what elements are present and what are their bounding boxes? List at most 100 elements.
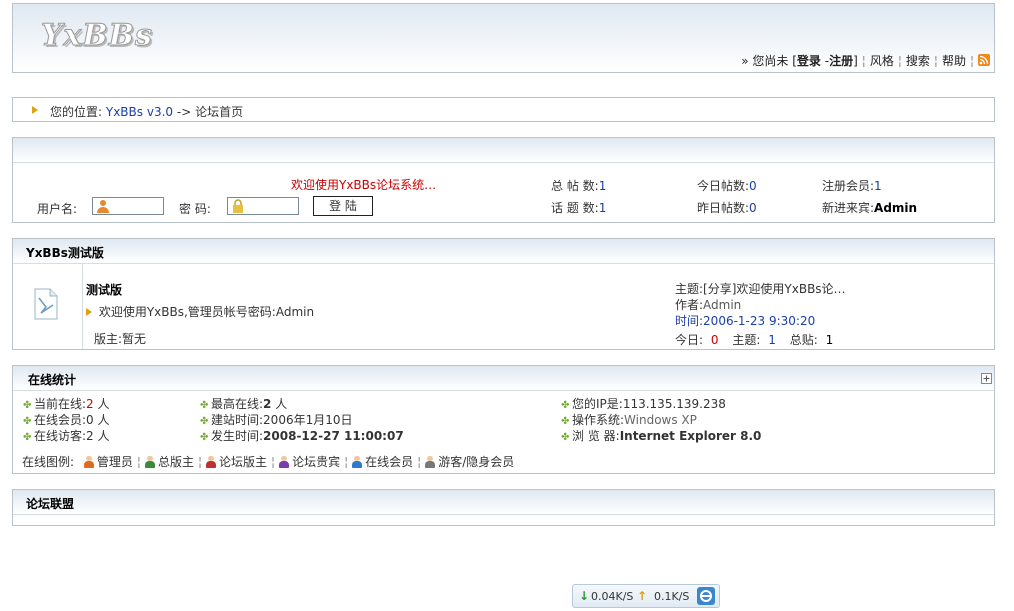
stat-label: 当前在线: [34,397,87,411]
online-legend: 在线图例: 管理员 ¦ 总版主 ¦ 论坛版主 ¦ 论坛贵宾 ¦ 在线会员 ¦ 游客/隐身会员 [22,453,514,470]
posts-value: 1 [825,333,834,347]
header-nav: » 您尚未 [登录 -注册] ¦ 风格 ¦ 搜索 ¦ 帮助 ¦ [741,52,990,69]
last-post-subject: 主题:[分享]欢迎使用YxBBs论… [675,280,846,297]
stat-label: 在线访客: [34,429,87,443]
login-panel-header [13,138,994,163]
board-name[interactable]: 测试版 [86,281,122,298]
login-submit-button[interactable]: 登 陆 [313,196,373,216]
legend-item: 管理员 [83,455,133,469]
expand-icon[interactable] [981,373,992,384]
stat-label: 最高在线: [211,397,264,411]
bullet-icon: ✤ [561,416,570,427]
username-label: 用户名: [37,202,78,216]
breadcrumb-arrow: -> [176,105,192,119]
moderator-label: 版主: [94,332,123,346]
breadcrumb: 您的位置: YxBBs v3.0 -> 论坛首页 [12,97,995,122]
legend-item: 论坛版主 [206,455,267,469]
stat-label: 您的IP是: [572,397,623,411]
breadcrumb-current: 论坛首页 [195,105,244,119]
topics-value: 1 [768,333,776,347]
user-role-icon [144,456,155,468]
separator: ¦ [197,455,202,469]
forum-folder-icon[interactable] [34,288,58,323]
bullet-icon: ✤ [23,432,32,443]
upload-speed: 0.1K/S [654,590,690,603]
stat-value: 1 [598,201,607,215]
download-speed: 0.04K/S [591,590,634,603]
board-desc: 欢迎使用YxBBs,管理员帐号密码:Admin [86,303,314,320]
forum-section: YxBBs测试版 测试版 欢迎使用YxBBs,管理员帐号密码:Admin 版主:… [12,238,995,350]
separator: ¦ [271,455,276,469]
online-members: ✤ 在线会员:0 人 [23,411,110,428]
stat-yesterday: 昨日帖数:0 [697,199,757,216]
time-value: 2006-1-23 9:30:20 [703,314,816,328]
stat-unit: 人 [97,397,110,411]
online-browser: ✤ 浏 览 器:Internet Explorer 8.0 [561,427,761,444]
board-desc-value: Admin [275,305,315,319]
user-role-icon [279,456,290,468]
rss-icon[interactable] [978,54,990,66]
bullet-icon: ✤ [561,432,570,443]
online-stats: 在线统计 ✤ 当前在线:2 人 ✤ 在线会员:0 人 ✤ 在线访客:2 人 ✤ 最高在线… [12,365,995,474]
legend-label-text: 在线会员 [365,455,414,469]
board-desc-text: 欢迎使用YxBBs,管理员帐号密码: [98,305,276,319]
online-max: ✤ 最高在线:2 人 [200,395,287,412]
style-link[interactable]: 风格 [870,54,894,68]
online-current: ✤ 当前在线:2 人 [23,395,110,412]
forum-icon-cell [13,264,83,349]
topics-label: 主题: [732,333,761,347]
stat-label: 昨日帖数: [697,201,750,215]
user-role-icon [425,456,436,468]
bullet-icon: ✤ [23,416,32,427]
stat-value: 2008-12-27 11:00:07 [263,429,404,443]
stat-label: 操作系统: [572,413,625,427]
author-label: 作者: [675,298,704,312]
stat-unit: 人 [97,429,110,443]
online-founded: ✤ 建站时间:2006年1月10日 [200,411,353,428]
stat-label: 总 帖 数: [551,179,599,193]
search-link[interactable]: 搜索 [906,54,930,68]
online-now: ✤ 发生时间:2008-12-27 11:00:07 [200,427,404,444]
stat-label: 今日帖数: [697,179,750,193]
posts-label: 总贴: [789,333,818,347]
last-post-link[interactable]: [分享]欢迎使用YxBBs论… [703,282,846,296]
password-label: 密 码: [179,202,211,216]
time-label: 时间: [675,314,704,328]
forum-category-title[interactable]: YxBBs测试版 [26,244,104,261]
forum-section-header: YxBBs测试版 [13,239,994,264]
help-link[interactable]: 帮助 [942,54,966,68]
online-stats-title: 在线统计 [28,373,77,387]
stat-newest: 新进来宾:Admin [822,199,917,216]
online-stats-header: 在线统计 [13,366,994,391]
login-link[interactable]: 登录 [797,54,821,68]
stat-label: 话 题 数: [551,201,599,215]
stat-unit: 人 [275,397,288,411]
last-post-label: 主题: [675,282,704,296]
breadcrumb-home[interactable]: YxBBs v3.0 [106,105,173,119]
login-panel: 欢迎使用YxBBs论坛系统… 用户名: 密 码: 登 陆 总 帖 数:1 话 题… [12,137,995,223]
bullet-icon: ✤ [200,432,209,443]
stat-today: 今日帖数:0 [697,177,757,194]
logo[interactable]: YxBBs [41,18,153,54]
online-ip: ✤ 您的IP是:113.135.139.238 [561,395,726,412]
newest-member-link[interactable]: Admin [874,201,917,215]
today-value: 0 [710,333,719,347]
browser-icon[interactable] [697,587,715,605]
author-link[interactable]: Admin [703,298,741,312]
user-role-icon [206,456,216,468]
user-role-icon [352,456,363,468]
moderator-value: 暂无 [122,332,147,346]
username-input[interactable] [92,197,164,215]
register-link[interactable]: 注册 [829,54,853,68]
user-icon [96,199,110,213]
last-post-time: 时间:2006-1-23 9:30:20 [675,312,815,329]
stat-value: 0 [86,413,94,427]
separator: ¦ [861,54,866,68]
legend-label: 在线图例: [22,455,75,469]
stat-value: 1 [874,179,882,193]
today-label: 今日: [675,333,704,347]
last-post-author: 作者:Admin [675,296,741,313]
online-guests: ✤ 在线访客:2 人 [23,427,110,444]
password-input[interactable] [227,197,299,215]
stat-label: 发生时间: [211,429,264,443]
